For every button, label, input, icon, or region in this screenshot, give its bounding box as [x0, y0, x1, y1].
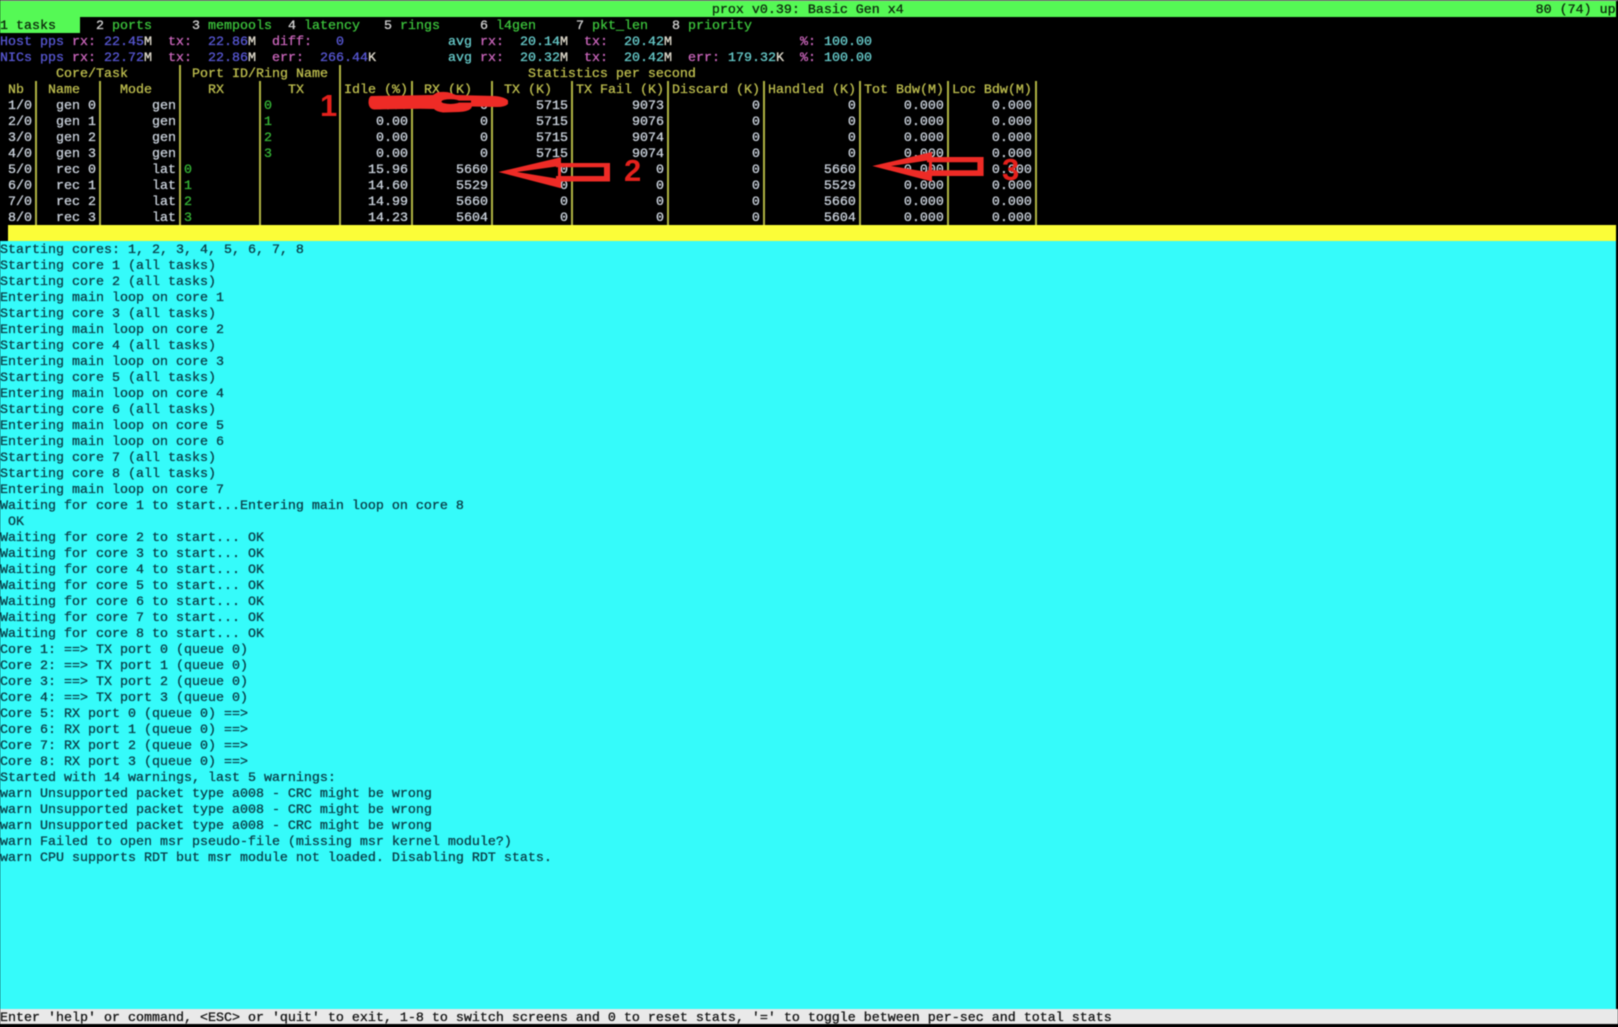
svg-text:2: 2: [624, 153, 641, 188]
svg-text:3: 3: [1002, 152, 1019, 187]
svg-text:1: 1: [320, 88, 337, 123]
